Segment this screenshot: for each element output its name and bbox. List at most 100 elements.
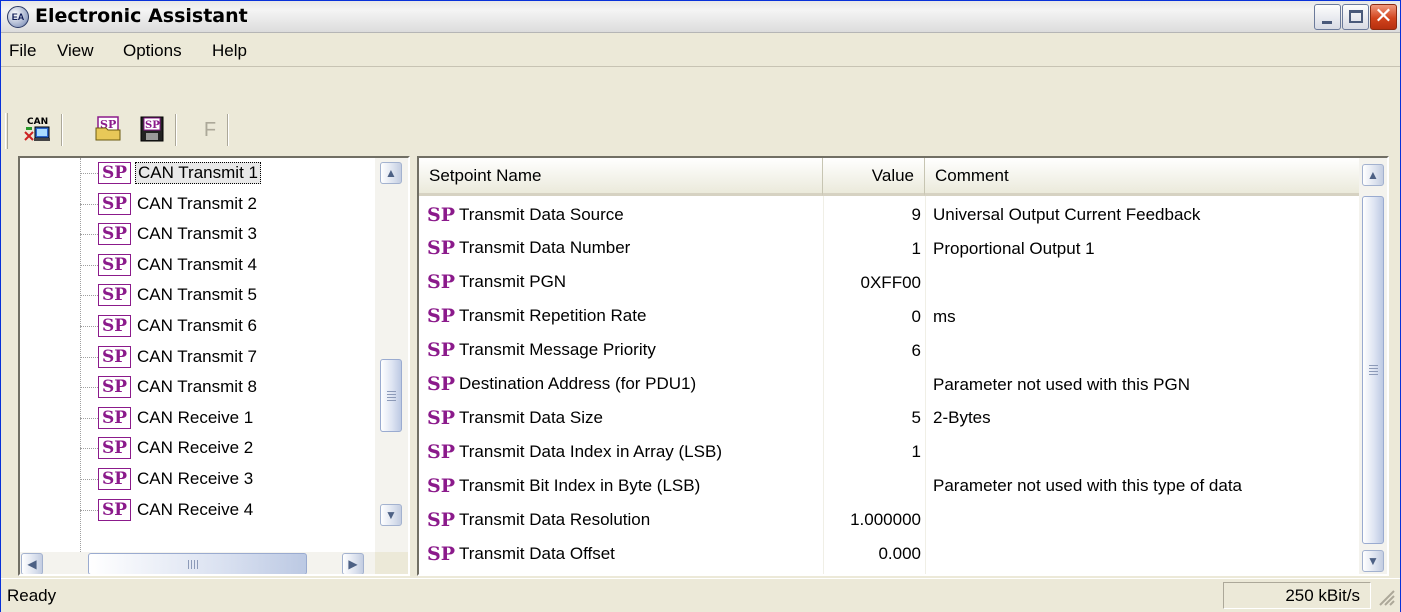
tree-item[interactable]: SP CAN Receive 2 <box>98 434 255 462</box>
setpoint-icon: SP <box>98 406 131 429</box>
tree-connector-line <box>80 509 98 511</box>
menu-view[interactable]: View <box>55 41 96 61</box>
setpoint-value[interactable]: 1.000000 <box>827 503 921 536</box>
tree-connector-line <box>80 264 98 266</box>
tree-item[interactable]: SP CAN Transmit 8 <box>98 373 259 401</box>
tree-item[interactable]: SP CAN Transmit 5 <box>98 281 259 309</box>
table-row[interactable]: SP Transmit Repetition Rate 0 ms <box>419 300 1363 334</box>
setpoint-icon: SP <box>98 315 131 337</box>
setpoint-name: Destination Address (for PDU1) <box>459 374 697 393</box>
setpoint-value[interactable]: 1 <box>827 435 921 468</box>
table-scroll-up-button[interactable]: ▲ <box>1362 164 1384 186</box>
setpoint-value[interactable]: 9 <box>827 198 921 231</box>
setpoint-tree[interactable]: SP CAN Transmit 1 SP CAN Transmit 2 SP CAN Tr… <box>18 156 410 576</box>
table-scroll-down-button[interactable]: ▼ <box>1362 550 1384 572</box>
table-row[interactable]: SP Transmit Data Resolution 1.000000 <box>419 503 1363 537</box>
can-connect-button[interactable]: CAN <box>23 114 53 144</box>
setpoint-value[interactable]: 0.000 <box>827 537 921 570</box>
table-row[interactable]: SP Transmit PGN 0XFF00 <box>419 266 1363 300</box>
setpoint-icon: SP <box>98 437 131 460</box>
tree-item[interactable]: SP CAN Transmit 2 <box>98 190 259 218</box>
setpoint-value[interactable]: 5 <box>827 401 921 434</box>
table-row[interactable]: SP Transmit Data Index in Array (LSB) 1 <box>419 435 1363 469</box>
tree-item[interactable]: SP CAN Receive 4 <box>98 496 255 524</box>
menu-options[interactable]: Options <box>121 41 184 61</box>
tree-scroll-down-button[interactable]: ▼ <box>380 504 402 526</box>
setpoint-value[interactable] <box>827 469 921 502</box>
maximize-icon <box>1349 10 1363 23</box>
setpoint-table[interactable]: Setpoint Name Value Comment SP Transmit D… <box>417 156 1389 576</box>
resize-grip-icon[interactable] <box>1376 587 1396 607</box>
column-header-name[interactable]: Setpoint Name <box>419 158 823 196</box>
setpoint-value[interactable]: 0 <box>827 300 921 333</box>
setpoint-icon: SP <box>98 223 131 246</box>
svg-text:SP: SP <box>145 120 160 131</box>
minimize-icon <box>1322 21 1332 24</box>
setpoint-comment: ms <box>933 306 956 326</box>
tree-connector-line <box>80 158 81 574</box>
table-row[interactable]: SP Transmit Bit Index in Byte (LSB) Parame… <box>419 469 1363 503</box>
setpoint-name-cell: SP Destination Address (for PDU1) <box>427 368 696 401</box>
table-row[interactable]: SP Destination Address (for PDU1) Paramete… <box>419 368 1363 402</box>
tree-scroll-thumb[interactable] <box>380 359 402 432</box>
setpoint-name: Transmit Message Priority <box>459 340 656 360</box>
menu-bar: File View Options Help <box>1 34 1400 67</box>
flash-button[interactable]: F <box>195 114 225 144</box>
tree-item-label: CAN Transmit 3 <box>137 224 257 244</box>
setpoint-icon: SP <box>427 271 456 294</box>
table-row[interactable]: SP Transmit Data Source 9 Universal Output … <box>419 198 1363 232</box>
tree-item[interactable]: SP CAN Receive 1 <box>98 404 255 432</box>
table-row[interactable]: SP Transmit Data Offset 0.000 <box>419 537 1363 571</box>
tree-connector-line <box>80 356 98 358</box>
svg-text:CAN: CAN <box>27 117 48 127</box>
tree-item[interactable]: SP CAN Transmit 3 <box>98 220 259 248</box>
toolbar-grip[interactable] <box>5 113 8 149</box>
tree-scroll-up-button[interactable]: ▲ <box>380 162 402 184</box>
open-folder-icon: SP <box>95 116 121 141</box>
tree-item-label: CAN Transmit 1 <box>135 162 261 184</box>
tree-item-label: CAN Receive 4 <box>137 499 254 519</box>
close-button[interactable]: ✕ <box>1370 3 1397 30</box>
tree-item[interactable]: SP CAN Transmit 1 <box>98 159 261 187</box>
minimize-button[interactable] <box>1314 4 1341 30</box>
setpoint-name: Transmit PGN <box>459 272 567 292</box>
setpoint-comment: Proportional Output 1 <box>933 238 1095 258</box>
setpoint-name: Transmit Data Number <box>459 238 631 258</box>
table-scroll-thumb[interactable] <box>1362 196 1384 544</box>
tree-item-label: CAN Transmit 5 <box>137 285 257 305</box>
tree-scroll-left-button[interactable]: ◀ <box>21 553 43 574</box>
setpoint-name: Transmit Data Source <box>459 204 624 224</box>
menu-help[interactable]: Help <box>210 41 249 61</box>
tree-connector-line <box>80 479 98 480</box>
tree-item[interactable]: SP CAN Transmit 4 <box>98 251 259 279</box>
tree-hscroll-thumb[interactable] <box>88 553 307 574</box>
setpoint-value[interactable]: 1 <box>827 232 921 265</box>
menu-file[interactable]: File <box>7 41 38 61</box>
table-row[interactable]: SP Transmit Data Number 1 Proportional Outp… <box>419 232 1363 266</box>
column-header-value[interactable]: Value <box>823 158 925 196</box>
tree-connector-line <box>80 203 98 205</box>
column-header-comment[interactable]: Comment <box>925 158 1363 196</box>
title-bar[interactable]: EA Electronic Assistant ✕ <box>1 1 1400 33</box>
setpoint-icon: SP <box>427 542 456 565</box>
tree-item-label: CAN Transmit 6 <box>137 316 257 335</box>
tree-item[interactable]: SP CAN Transmit 6 <box>98 312 259 340</box>
setpoint-value[interactable] <box>827 368 921 401</box>
setpoint-value[interactable]: 6 <box>827 334 921 367</box>
setpoint-value[interactable]: 0XFF00 <box>827 266 921 299</box>
setpoint-icon: SP <box>427 406 456 429</box>
tree-item[interactable]: SP CAN Receive 3 <box>98 465 255 493</box>
table-row[interactable]: SP Transmit Data Size 5 2-Bytes <box>419 401 1363 435</box>
open-setpoint-button[interactable]: SP <box>94 114 124 144</box>
maximize-button[interactable] <box>1342 4 1369 30</box>
status-bar: Ready 250 kBit/s <box>1 578 1400 612</box>
tree-connector-line <box>80 448 98 450</box>
tree-scroll-right-button[interactable]: ▶ <box>342 553 364 574</box>
tree-item-label: CAN Receive 2 <box>137 438 254 458</box>
tree-vscroll-track[interactable] <box>375 158 408 552</box>
save-setpoint-button[interactable]: SP <box>137 114 167 144</box>
tree-item[interactable]: SP CAN Transmit 7 <box>98 343 259 371</box>
tree-item-label: CAN Receive 3 <box>137 469 254 488</box>
table-row[interactable]: SP Transmit Message Priority 6 <box>419 334 1363 368</box>
setpoint-icon: SP <box>427 237 456 260</box>
